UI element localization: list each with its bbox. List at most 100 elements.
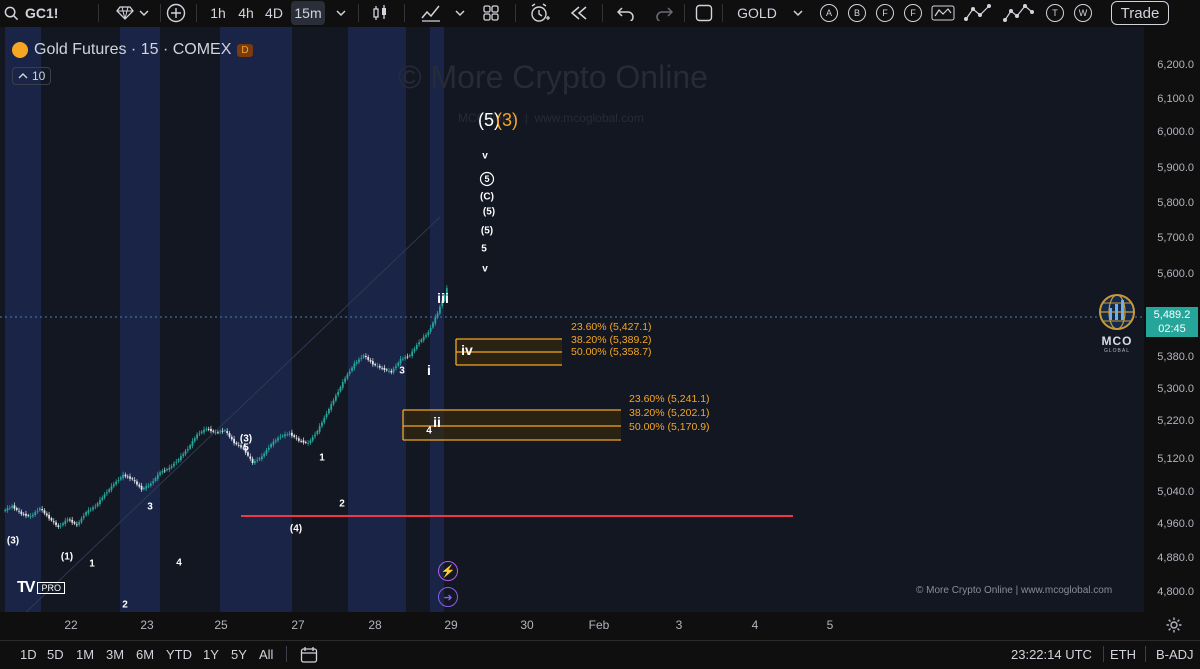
- time-axis[interactable]: 22 23 25 27 28 29 30 Feb 3 4 5: [0, 612, 1200, 637]
- range-1m[interactable]: 1M: [76, 647, 94, 662]
- compare-symbol-button[interactable]: [164, 0, 188, 26]
- intervals-dropdown[interactable]: [333, 0, 349, 26]
- candle-body: [371, 361, 374, 365]
- impulse-pattern-icon: [1003, 4, 1034, 22]
- tool-a-button[interactable]: A: [820, 4, 838, 22]
- candle-body: [422, 336, 425, 341]
- range-ytd[interactable]: YTD: [166, 647, 192, 662]
- abc-wave-tool[interactable]: [962, 0, 994, 26]
- range-1d[interactable]: 1D: [20, 647, 37, 662]
- candle-body: [168, 467, 171, 470]
- indicators-button[interactable]: [418, 0, 444, 26]
- candle-body: [284, 434, 286, 437]
- session-toggle[interactable]: ETH: [1110, 647, 1136, 662]
- chevron-down-icon: [793, 10, 803, 17]
- tool-t-button[interactable]: T: [1046, 4, 1064, 22]
- grid-icon: [483, 5, 499, 21]
- range-all[interactable]: All: [259, 647, 273, 662]
- candle-body: [316, 431, 319, 435]
- chart-type-button[interactable]: [368, 0, 392, 26]
- watermark-main: © More Crypto Online: [398, 59, 708, 95]
- candle-body: [154, 478, 157, 482]
- chart-pane[interactable]: Gold Futures · 15 · COMEX D 10 © More Cr…: [0, 27, 1144, 612]
- wave-label: ii: [433, 414, 441, 430]
- candle-body: [436, 313, 439, 318]
- range-5d[interactable]: 5D: [47, 647, 64, 662]
- range-6m[interactable]: 6M: [136, 647, 154, 662]
- layout-dropdown[interactable]: [790, 0, 806, 26]
- candle-body: [205, 428, 208, 430]
- candle-body: [129, 476, 131, 479]
- indicators-dropdown[interactable]: [452, 0, 468, 26]
- candle-body: [323, 417, 326, 423]
- target-label-3: (3): [496, 110, 518, 130]
- candle-body: [378, 365, 381, 368]
- range-3m[interactable]: 3M: [106, 647, 124, 662]
- toolbar-divider: [515, 4, 516, 22]
- price-axis[interactable]: 6,200.0 6,100.0 6,000.0 5,900.0 5,800.0 …: [1144, 27, 1200, 612]
- candle-body: [302, 440, 305, 443]
- adjustment-toggle[interactable]: B-ADJ: [1156, 647, 1194, 662]
- candle-body: [360, 357, 363, 359]
- candle-body: [75, 524, 78, 526]
- fullscreen-button[interactable]: [692, 0, 716, 26]
- candle-body: [434, 317, 437, 324]
- interval-15m-active[interactable]: 15m: [291, 1, 325, 25]
- toolbar-divider: [196, 4, 197, 22]
- tool-w-button[interactable]: W: [1074, 4, 1092, 22]
- candle-body: [260, 456, 263, 460]
- candle-body: [230, 436, 233, 440]
- symbol-search-button[interactable]: GC1!: [4, 0, 82, 26]
- candle-body: [406, 356, 409, 358]
- flash-event-icon[interactable]: ⚡: [438, 561, 458, 581]
- time-axis-settings-button[interactable]: [1165, 616, 1183, 634]
- utc-clock[interactable]: 23:22:14 UTC: [1011, 647, 1092, 662]
- interval-4d[interactable]: 4D: [262, 0, 286, 26]
- arrow-event-icon[interactable]: ➜: [438, 587, 458, 607]
- trade-button[interactable]: Trade: [1111, 1, 1169, 25]
- redo-button[interactable]: [652, 0, 676, 26]
- candle-body: [27, 515, 30, 517]
- layouts-button[interactable]: [480, 0, 502, 26]
- toolbar-divider: [98, 4, 99, 22]
- price-tick: 5,380.0: [1157, 351, 1194, 363]
- toolbar-divider: [160, 4, 161, 22]
- candle-body: [108, 489, 111, 492]
- candle-body: [189, 445, 192, 449]
- price-tick: 5,700.0: [1157, 232, 1194, 244]
- tool-f2-button[interactable]: F: [904, 4, 922, 22]
- candle-body: [173, 463, 175, 467]
- candle-body: [55, 522, 57, 526]
- symbol-type-button[interactable]: [110, 0, 156, 26]
- indicators-toggle[interactable]: 10: [12, 67, 52, 85]
- wave-label: 1: [89, 558, 95, 570]
- candle-body: [163, 470, 166, 472]
- wave-tool-button[interactable]: [930, 0, 956, 26]
- replay-button[interactable]: [566, 0, 592, 26]
- candle-body: [156, 474, 159, 479]
- chevron-down-icon: [455, 10, 465, 17]
- candle-body: [339, 386, 342, 392]
- gear-icon: [1166, 617, 1182, 633]
- candle-body: [13, 505, 16, 509]
- time-tick: 28: [368, 618, 382, 632]
- range-5y[interactable]: 5Y: [231, 647, 247, 662]
- alert-button[interactable]: [526, 0, 554, 26]
- candle-body: [152, 481, 155, 484]
- layout-name-button[interactable]: GOLD: [730, 0, 784, 26]
- range-1y[interactable]: 1Y: [203, 647, 219, 662]
- candle-body: [177, 459, 180, 462]
- interval-1h[interactable]: 1h: [206, 0, 230, 26]
- undo-button[interactable]: [614, 0, 638, 26]
- candle-body: [395, 366, 397, 369]
- interval-4h[interactable]: 4h: [234, 0, 258, 26]
- candle-body: [32, 514, 34, 517]
- wave-label: 2: [122, 599, 128, 611]
- tool-b-button[interactable]: B: [848, 4, 866, 22]
- tool-f-button[interactable]: F: [876, 4, 894, 22]
- target-label-circled-5: 5: [484, 174, 490, 184]
- target-label-5c: (5): [480, 225, 494, 237]
- globe-icon: [1099, 294, 1135, 330]
- impulse-wave-tool[interactable]: [1002, 0, 1036, 26]
- chevron-down-icon: [336, 10, 346, 17]
